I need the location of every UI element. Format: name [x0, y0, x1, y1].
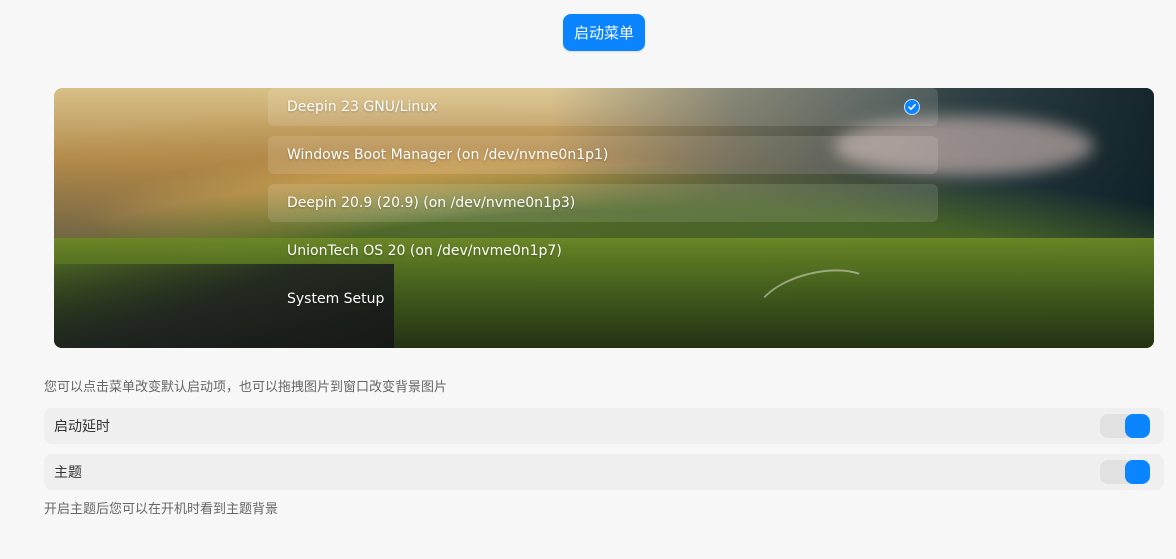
theme-toggle[interactable] [1100, 460, 1150, 484]
boot-entry-list: Deepin 23 GNU/Linux Windows Boot Manager… [268, 88, 938, 328]
boot-entry-deepin-23[interactable]: Deepin 23 GNU/Linux [268, 88, 938, 126]
boot-entry-label: UnionTech OS 20 (on /dev/nvme0n1p7) [287, 243, 562, 259]
theme-description: 开启主题后您可以在开机时看到主题背景 [44, 502, 279, 517]
boot-delay-label: 启动延时 [54, 419, 110, 435]
boot-entry-label: Deepin 23 GNU/Linux [287, 99, 438, 115]
toggle-knob [1125, 414, 1150, 438]
boot-menu-settings-page: 启动菜单 Deepin 23 GNU/Linux Windows Boot Ma… [0, 0, 1176, 559]
boot-entry-label: Deepin 20.9 (20.9) (on /dev/nvme0n1p3) [287, 195, 576, 211]
theme-label: 主题 [54, 465, 82, 481]
boot-delay-toggle[interactable] [1100, 414, 1150, 438]
boot-entry-label: System Setup [287, 291, 385, 307]
boot-menu-preview[interactable]: Deepin 23 GNU/Linux Windows Boot Manager… [54, 88, 1154, 348]
boot-entry-label: Windows Boot Manager (on /dev/nvme0n1p1) [287, 147, 609, 163]
boot-menu-title-button[interactable]: 启动菜单 [563, 14, 645, 51]
boot-entry-windows-boot-manager[interactable]: Windows Boot Manager (on /dev/nvme0n1p1) [268, 136, 938, 174]
checkmark-icon [904, 99, 920, 115]
boot-entry-system-setup[interactable]: System Setup [268, 280, 938, 318]
theme-setting-row: 主题 [44, 454, 1164, 490]
boot-menu-help-text: 您可以点击菜单改变默认启动项，也可以拖拽图片到窗口改变背景图片 [44, 380, 448, 395]
boot-delay-setting-row: 启动延时 [44, 408, 1164, 444]
boot-entry-uniontech-os[interactable]: UnionTech OS 20 (on /dev/nvme0n1p7) [268, 232, 938, 270]
boot-entry-deepin-20-9[interactable]: Deepin 20.9 (20.9) (on /dev/nvme0n1p3) [268, 184, 938, 222]
toggle-knob [1125, 460, 1150, 484]
